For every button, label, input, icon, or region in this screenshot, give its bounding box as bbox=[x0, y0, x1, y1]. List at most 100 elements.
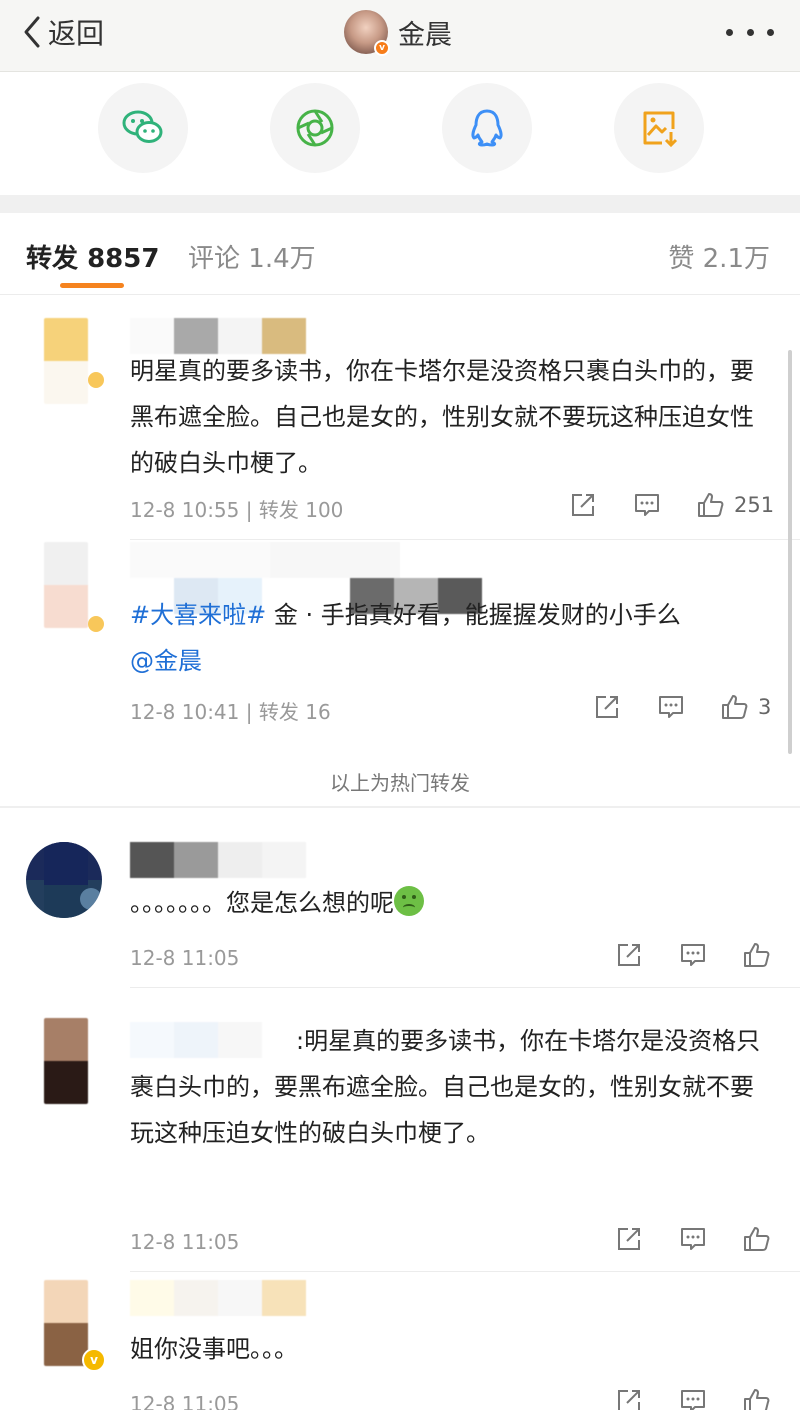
comment-icon bbox=[681, 944, 705, 966]
item-actions bbox=[614, 940, 772, 970]
comment-button[interactable] bbox=[678, 940, 708, 970]
nauseated-face-icon bbox=[394, 886, 424, 916]
repost-text: #大喜来啦# 金 · 手指真好看，能握握发财的小手么 @金晨 bbox=[130, 592, 764, 684]
meta-separator: | bbox=[245, 498, 253, 522]
avatar[interactable]: v bbox=[344, 10, 390, 56]
tab-comments-label: 评论 bbox=[188, 244, 241, 274]
item-actions: 3 bbox=[592, 692, 771, 722]
comment-button[interactable] bbox=[632, 490, 662, 520]
list-item[interactable]: 明星真的要多读书，你在卡塔尔是没资格只裹白头巾的，要黑布遮全脸。自己也是女的，性… bbox=[0, 296, 800, 540]
share-qq-button[interactable] bbox=[442, 83, 532, 173]
comment-button[interactable] bbox=[678, 1224, 708, 1254]
tab-likes-count: 2.1万 bbox=[702, 244, 770, 274]
avatar[interactable] bbox=[44, 1018, 88, 1104]
repost-text: 。。。。。。。您是怎么想的呢 bbox=[130, 880, 764, 926]
back-button[interactable]: 返回 bbox=[20, 10, 104, 54]
more-options-button[interactable] bbox=[726, 12, 774, 52]
repost-button[interactable] bbox=[614, 1224, 644, 1254]
top-nav-bar: 返回 v 金晨 bbox=[0, 0, 800, 72]
comment-icon bbox=[681, 1228, 705, 1250]
share-moments-button[interactable] bbox=[270, 83, 360, 173]
more-dot-icon bbox=[746, 28, 754, 36]
like-count: 3 bbox=[758, 695, 772, 719]
like-count: 251 bbox=[734, 493, 775, 517]
avatar[interactable] bbox=[44, 1280, 88, 1366]
hashtag-link[interactable]: #大喜来啦# bbox=[130, 601, 266, 629]
wechat-icon bbox=[122, 110, 163, 143]
user-name[interactable] bbox=[130, 542, 400, 578]
badge-icon bbox=[88, 616, 104, 632]
repost-button[interactable] bbox=[614, 1386, 644, 1410]
mention-link[interactable]: @金晨 bbox=[130, 647, 202, 675]
comment-icon bbox=[681, 1390, 705, 1410]
thumbs-up-icon bbox=[744, 943, 770, 967]
share-wechat-button[interactable] bbox=[98, 83, 188, 173]
save-image-icon bbox=[643, 111, 678, 148]
repost-count: 转发 16 bbox=[258, 700, 331, 724]
repost-button[interactable] bbox=[592, 692, 622, 722]
tab-comments[interactable]: 评论 1.4万 bbox=[188, 238, 316, 275]
badge-icon bbox=[88, 372, 104, 388]
repost-time: 12-8 11:05 bbox=[130, 946, 240, 970]
share-arrow-icon bbox=[618, 944, 640, 966]
moments-icon bbox=[296, 109, 334, 147]
share-save-image-button[interactable] bbox=[614, 83, 704, 173]
repost-body: 金 · 手指真好看，能握握发财的小手么 bbox=[266, 601, 681, 629]
share-arrow-icon bbox=[572, 494, 594, 516]
share-arrow-icon bbox=[596, 696, 618, 718]
item-actions bbox=[614, 1224, 772, 1254]
repost-text: 姐你没事吧。。。 bbox=[130, 1335, 298, 1363]
tab-reposts-count: 8857 bbox=[87, 244, 160, 274]
user-name[interactable] bbox=[130, 842, 306, 878]
thumbs-up-icon bbox=[744, 1389, 770, 1410]
repost-button[interactable] bbox=[568, 490, 598, 520]
comment-icon bbox=[659, 696, 683, 718]
profile-header[interactable]: v 金晨 bbox=[344, 10, 452, 56]
thumbs-up-icon bbox=[744, 1227, 770, 1251]
list-item[interactable]: 。。。。。。。您是怎么想的呢 12-8 11:05 bbox=[0, 808, 800, 988]
comment-button[interactable] bbox=[678, 1386, 708, 1410]
repost-time: 12-8 10:41 bbox=[130, 700, 240, 724]
tab-likes-label: 赞 bbox=[668, 244, 695, 274]
like-button[interactable] bbox=[742, 940, 772, 970]
avatar[interactable] bbox=[26, 842, 102, 918]
like-button[interactable]: 251 bbox=[696, 490, 774, 520]
like-button[interactable] bbox=[742, 1224, 772, 1254]
share-arrow-icon bbox=[618, 1228, 640, 1250]
verified-badge: v bbox=[82, 1348, 106, 1372]
active-tab-indicator bbox=[60, 283, 124, 288]
item-actions bbox=[614, 1386, 772, 1410]
more-dot-icon bbox=[767, 28, 774, 36]
comment-button[interactable] bbox=[656, 692, 686, 722]
list-item[interactable]: #大喜来啦# 金 · 手指真好看，能握握发财的小手么 @金晨 12-8 10:4… bbox=[0, 540, 800, 756]
share-arrow-icon bbox=[618, 1390, 640, 1410]
avatar[interactable] bbox=[44, 318, 88, 404]
tab-reposts[interactable]: 转发 8857 bbox=[26, 238, 159, 275]
tab-reposts-label: 转发 bbox=[26, 244, 79, 274]
user-name[interactable] bbox=[130, 1280, 306, 1316]
section-gap bbox=[0, 195, 800, 213]
repost-button[interactable] bbox=[614, 940, 644, 970]
meta-separator: | bbox=[245, 700, 253, 724]
scrollbar[interactable] bbox=[788, 350, 792, 754]
avatar[interactable] bbox=[44, 542, 88, 628]
back-label: 返回 bbox=[48, 17, 105, 50]
share-row bbox=[0, 73, 800, 195]
repost-time: 12-8 11:05 bbox=[130, 1230, 240, 1254]
profile-name: 金晨 bbox=[398, 19, 452, 51]
comment-icon bbox=[635, 494, 659, 516]
more-dot-icon bbox=[726, 28, 733, 36]
list-item[interactable]: v 姐你没事吧。。。 12-8 11:05 bbox=[0, 1272, 800, 1410]
tab-likes[interactable]: 赞 2.1万 bbox=[668, 238, 770, 275]
repost-meta: 12-8 10:41 | 转发 16 bbox=[130, 696, 331, 725]
item-actions: 251 bbox=[568, 490, 774, 520]
verified-badge: v bbox=[374, 40, 390, 56]
repost-text: :明星真的要多读书，你在卡塔尔是没资格只裹白头巾的，要黑布遮全脸。自己也是女的，… bbox=[130, 1027, 761, 1147]
repost-time: 12-8 11:05 bbox=[130, 1392, 240, 1410]
list-item[interactable]: :明星真的要多读书，你在卡塔尔是没资格只裹白头巾的，要黑布遮全脸。自己也是女的，… bbox=[0, 988, 800, 1272]
like-button[interactable] bbox=[742, 1386, 772, 1410]
chevron-left-icon bbox=[24, 16, 40, 48]
like-button[interactable]: 3 bbox=[720, 692, 771, 722]
thumbs-up-icon bbox=[722, 695, 748, 719]
repost-time: 12-8 10:55 bbox=[130, 498, 240, 522]
